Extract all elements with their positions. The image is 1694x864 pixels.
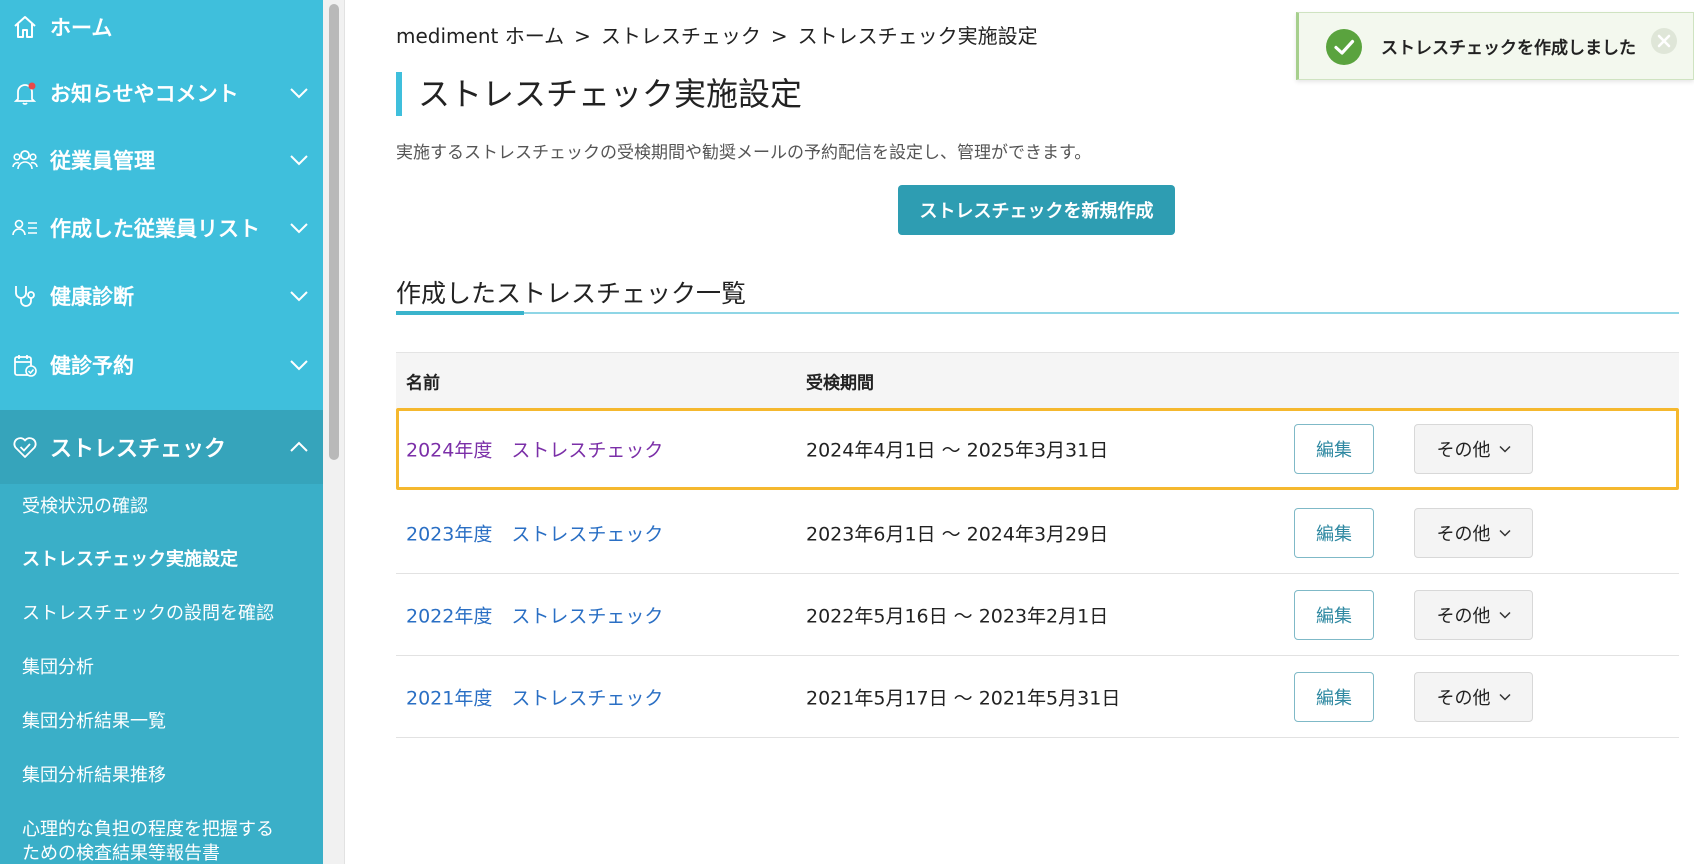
- home-icon: [12, 14, 38, 40]
- breadcrumb: mediment ホーム > ストレスチェック > ストレスチェック実施設定: [396, 20, 1038, 49]
- list-section-title: 作成したストレスチェック一覧: [396, 279, 747, 308]
- sidebar-item-label: 健康診断: [50, 285, 134, 309]
- success-toast: ストレスチェックを作成しました: [1296, 12, 1694, 80]
- other-dropdown-button[interactable]: その他: [1414, 589, 1533, 640]
- section-divider: [396, 312, 1679, 314]
- stress-check-name-link[interactable]: 2024年度 ストレスチェック: [406, 436, 663, 463]
- submenu-item-group-analysis[interactable]: 集団分析: [22, 655, 94, 681]
- sidebar-item-label: 従業員管理: [50, 149, 155, 173]
- table-header: 名前 受検期間: [396, 352, 1679, 408]
- sidebar-item-label: ストレスチェック: [50, 437, 227, 462]
- close-icon[interactable]: [1649, 26, 1679, 56]
- chevron-down-icon: [289, 358, 309, 372]
- check-circle-icon: [1326, 29, 1362, 65]
- stress-check-name-link[interactable]: 2022年度 ストレスチェック: [406, 601, 663, 628]
- stress-check-name-link[interactable]: 2021年度 ストレスチェック: [406, 683, 663, 710]
- sidebar-item-health-checkup[interactable]: 健康診断: [0, 261, 323, 331]
- table-row: 2023年度 ストレスチェック 2023年6月1日 〜 2024年3月29日 編…: [396, 492, 1679, 574]
- sidebar-item-label: お知らせやコメント: [50, 82, 239, 106]
- edit-button[interactable]: 編集: [1294, 671, 1374, 722]
- stethoscope-icon: [12, 283, 38, 309]
- other-button-label: その他: [1436, 523, 1491, 545]
- chevron-down-icon: [289, 289, 309, 303]
- sidebar-item-label: ホーム: [50, 16, 113, 40]
- chevron-down-icon: [1498, 611, 1511, 619]
- chevron-down-icon: [1498, 445, 1511, 453]
- exam-period: 2021年5月17日 〜 2021年5月31日: [806, 687, 1121, 709]
- submenu-item-report-line2[interactable]: ための検査結果等報告書: [22, 841, 220, 864]
- page-title: ストレスチェック実施設定: [396, 72, 802, 116]
- page-description: 実施するストレスチェックの受検期間や勧奨メールの予約配信を設定し、管理ができます…: [396, 143, 1092, 163]
- sidebar-item-notifications[interactable]: お知らせやコメント: [0, 58, 323, 128]
- exam-period: 2024年4月1日 〜 2025年3月31日: [806, 439, 1109, 462]
- stress-check-name-link[interactable]: 2023年度 ストレスチェック: [406, 519, 663, 546]
- sidebar: ホーム お知らせやコメント 従業員管理 作成した従業員リスト 健康診断 健診予約…: [0, 0, 323, 864]
- breadcrumb-separator: >: [574, 24, 591, 48]
- stress-check-submenu: 受検状況の確認 ストレスチェック実施設定 ストレスチェックの設問を確認 集団分析…: [0, 484, 323, 864]
- exam-period: 2022年5月16日 〜 2023年2月1日: [806, 605, 1109, 627]
- toast-message: ストレスチェックを作成しました: [1381, 38, 1636, 59]
- submenu-item-questions[interactable]: ストレスチェックの設問を確認: [22, 601, 274, 627]
- chevron-up-icon: [289, 440, 309, 454]
- submenu-item-report-line1[interactable]: 心理的な負担の程度を把握する: [22, 817, 274, 843]
- edit-button[interactable]: 編集: [1294, 507, 1374, 558]
- other-button-label: その他: [1436, 687, 1491, 709]
- edit-button[interactable]: 編集: [1294, 589, 1374, 640]
- heart-check-icon: [12, 434, 38, 460]
- bell-icon: [12, 80, 38, 106]
- breadcrumb-separator: >: [770, 24, 788, 48]
- other-button-label: その他: [1436, 605, 1491, 627]
- scrollbar-thumb[interactable]: [329, 4, 339, 460]
- exam-period: 2023年6月1日 〜 2024年3月29日: [806, 523, 1109, 545]
- other-dropdown-button[interactable]: その他: [1414, 671, 1533, 722]
- table-row: 2022年度 ストレスチェック 2022年5月16日 〜 2023年2月1日 編…: [396, 574, 1679, 656]
- chevron-down-icon: [1498, 529, 1511, 537]
- table-row: 2021年度 ストレスチェック 2021年5月17日 〜 2021年5月31日 …: [396, 656, 1679, 738]
- user-list-icon: [12, 215, 38, 241]
- chevron-down-icon: [1498, 693, 1511, 701]
- sidebar-item-label: 健診予約: [50, 354, 134, 378]
- chevron-down-icon: [289, 86, 309, 100]
- table-row: 2024年度 ストレスチェック 2024年4月1日 〜 2025年3月31日 編…: [396, 408, 1679, 490]
- other-dropdown-button[interactable]: その他: [1414, 424, 1533, 474]
- sidebar-item-employee-lists[interactable]: 作成した従業員リスト: [0, 193, 323, 263]
- breadcrumb-current: ストレスチェック実施設定: [797, 24, 1038, 48]
- sidebar-item-stress-check[interactable]: ストレスチェック: [0, 410, 323, 484]
- section-divider-accent: [396, 311, 524, 315]
- submenu-item-analysis-trends[interactable]: 集団分析結果推移: [22, 763, 166, 789]
- breadcrumb-home[interactable]: mediment ホーム: [396, 24, 564, 48]
- sidebar-scrollbar[interactable]: [323, 0, 345, 864]
- calendar-check-icon: [12, 352, 38, 378]
- create-stress-check-button[interactable]: ストレスチェックを新規作成: [898, 185, 1175, 235]
- column-header-period: 受検期間: [806, 373, 874, 393]
- chevron-down-icon: [289, 221, 309, 235]
- edit-button[interactable]: 編集: [1294, 424, 1374, 474]
- submenu-item-status[interactable]: 受検状況の確認: [22, 494, 148, 520]
- people-icon: [12, 147, 38, 173]
- sidebar-item-label: 作成した従業員リスト: [50, 217, 260, 241]
- other-button-label: その他: [1436, 440, 1491, 461]
- sidebar-item-employees[interactable]: 従業員管理: [0, 125, 323, 195]
- chevron-down-icon: [289, 153, 309, 167]
- column-header-name: 名前: [406, 373, 440, 393]
- other-dropdown-button[interactable]: その他: [1414, 507, 1533, 558]
- submenu-item-analysis-results[interactable]: 集団分析結果一覧: [22, 709, 166, 735]
- submenu-item-settings[interactable]: ストレスチェック実施設定: [22, 547, 238, 573]
- breadcrumb-stress-check[interactable]: ストレスチェック: [601, 24, 761, 48]
- sidebar-item-home[interactable]: ホーム: [0, 0, 323, 62]
- sidebar-item-checkup-booking[interactable]: 健診予約: [0, 330, 323, 400]
